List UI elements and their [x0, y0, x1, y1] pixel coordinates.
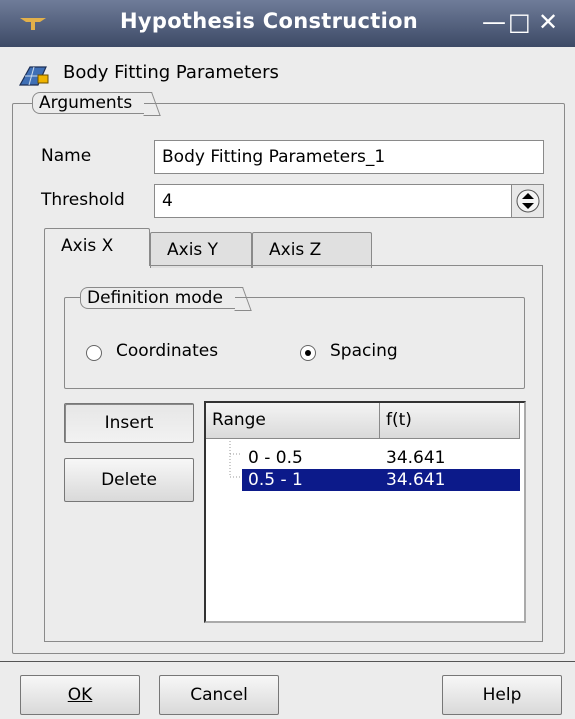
- radio-button-icon[interactable]: [300, 345, 316, 361]
- ft-cell: 34.641: [386, 448, 446, 468]
- range-cell: 0 - 0.5: [248, 448, 303, 468]
- hypothesis-type-label: Body Fitting Parameters: [63, 62, 279, 83]
- ok-button[interactable]: OK: [20, 675, 140, 715]
- help-label: Help: [482, 685, 522, 705]
- ok-label: OK: [67, 685, 93, 705]
- delete-button[interactable]: Delete: [64, 458, 194, 502]
- spin-arrows-icon[interactable]: [511, 185, 543, 217]
- range-table[interactable]: Range f(t) 0 - 0.5 34.641 0.5 - 1 34.641: [204, 401, 526, 623]
- title-bar[interactable]: Hypothesis Construction — □ ✕: [0, 0, 575, 47]
- column-header-range[interactable]: Range: [206, 403, 380, 439]
- range-cell: 0.5 - 1: [248, 470, 303, 490]
- cancel-button[interactable]: Cancel: [159, 675, 279, 715]
- name-label: Name: [41, 146, 92, 166]
- window-title: Hypothesis Construction: [120, 9, 419, 33]
- tab-axis-y[interactable]: Axis Y: [150, 232, 252, 268]
- maximize-button[interactable]: □: [508, 8, 531, 36]
- insert-button[interactable]: Insert: [64, 403, 194, 443]
- radio-selected-dot: [305, 350, 311, 356]
- radio-coordinates-label: Coordinates: [116, 341, 219, 361]
- mesh-hypothesis-icon: [18, 66, 49, 86]
- arguments-group-title: Arguments: [32, 92, 145, 114]
- definition-mode-title: Definition mode: [80, 287, 235, 309]
- radio-spacing[interactable]: Spacing: [300, 341, 430, 365]
- footer-separator: [0, 661, 575, 662]
- threshold-value: 4: [162, 191, 173, 211]
- tab-axis-z[interactable]: Axis Z: [252, 232, 372, 268]
- app-menu-icon[interactable]: [18, 14, 48, 32]
- threshold-label: Threshold: [41, 190, 125, 210]
- name-input[interactable]: Body Fitting Parameters_1: [154, 140, 544, 174]
- cancel-label: Cancel: [190, 685, 248, 705]
- threshold-spinbox[interactable]: 4: [154, 184, 544, 218]
- radio-spacing-label: Spacing: [330, 341, 398, 361]
- tab-axis-x[interactable]: Axis X: [44, 228, 150, 266]
- column-header-ft[interactable]: f(t): [380, 403, 520, 439]
- radio-coordinates[interactable]: Coordinates: [86, 341, 256, 365]
- minimize-button[interactable]: —: [482, 8, 506, 36]
- radio-button-icon[interactable]: [86, 345, 102, 361]
- table-row-selected[interactable]: 0.5 - 1 34.641: [242, 469, 520, 491]
- close-button[interactable]: ✕: [538, 8, 558, 36]
- table-row[interactable]: 0 - 0.5 34.641: [242, 447, 520, 469]
- ft-cell: 34.641: [386, 470, 446, 490]
- help-button[interactable]: Help: [442, 675, 562, 715]
